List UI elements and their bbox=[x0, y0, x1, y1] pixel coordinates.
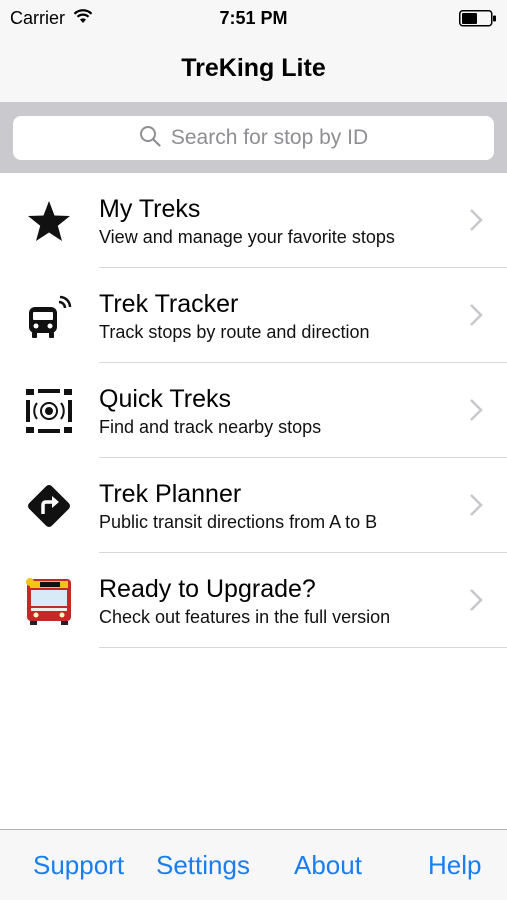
search-bar: Search for stop by ID bbox=[0, 102, 507, 173]
menu-item-title: My Treks bbox=[99, 195, 201, 223]
menu-item-title: Ready to Upgrade? bbox=[99, 575, 316, 603]
menu-item-quick-treks[interactable]: Quick Treks Find and track nearby stops bbox=[0, 363, 507, 458]
upgrade-bus-icon bbox=[24, 576, 74, 626]
search-input[interactable]: Search for stop by ID bbox=[13, 116, 494, 160]
navigation-bar: TreKing Lite bbox=[0, 36, 507, 102]
menu-item-trek-planner[interactable]: Trek Planner Public transit directions f… bbox=[0, 458, 507, 553]
divider bbox=[99, 647, 507, 648]
battery-icon bbox=[459, 10, 497, 32]
menu-item-title: Trek Planner bbox=[99, 480, 242, 508]
page-title: TreKing Lite bbox=[181, 54, 326, 82]
status-time: 7:51 PM bbox=[219, 8, 288, 28]
support-button[interactable]: Support bbox=[33, 850, 124, 881]
help-button[interactable]: Help bbox=[428, 850, 481, 881]
search-placeholder: Search for stop by ID bbox=[170, 126, 369, 149]
menu-item-subtitle: View and manage your favorite stops bbox=[99, 227, 395, 247]
chevron-right-icon bbox=[469, 398, 483, 427]
status-bar: Carrier 7:51 PM bbox=[0, 0, 507, 36]
chevron-right-icon bbox=[469, 303, 483, 332]
directions-sign-icon bbox=[24, 481, 74, 531]
search-icon bbox=[139, 125, 161, 152]
menu-list: My Treks View and manage your favorite s… bbox=[0, 173, 507, 648]
chevron-right-icon bbox=[469, 208, 483, 237]
chevron-right-icon bbox=[469, 588, 483, 617]
menu-item-title: Quick Treks bbox=[99, 385, 231, 413]
bottom-toolbar: Support Settings About Help bbox=[0, 829, 507, 900]
menu-item-title: Trek Tracker bbox=[99, 290, 239, 318]
star-icon bbox=[24, 196, 74, 246]
menu-item-trek-tracker[interactable]: Trek Tracker Track stops by route and di… bbox=[0, 268, 507, 363]
settings-button[interactable]: Settings bbox=[156, 850, 250, 881]
bus-tracking-icon bbox=[24, 291, 74, 341]
menu-item-subtitle: Track stops by route and direction bbox=[99, 322, 370, 342]
menu-item-subtitle: Check out features in the full version bbox=[99, 607, 391, 627]
menu-item-my-treks[interactable]: My Treks View and manage your favorite s… bbox=[0, 173, 507, 268]
menu-item-subtitle: Public transit directions from A to B bbox=[99, 512, 378, 532]
chevron-right-icon bbox=[469, 493, 483, 522]
menu-item-upgrade[interactable]: Ready to Upgrade? Check out features in … bbox=[0, 553, 507, 648]
menu-item-subtitle: Find and track nearby stops bbox=[99, 417, 322, 437]
nearby-radar-icon bbox=[24, 386, 74, 436]
about-button[interactable]: About bbox=[294, 850, 362, 881]
